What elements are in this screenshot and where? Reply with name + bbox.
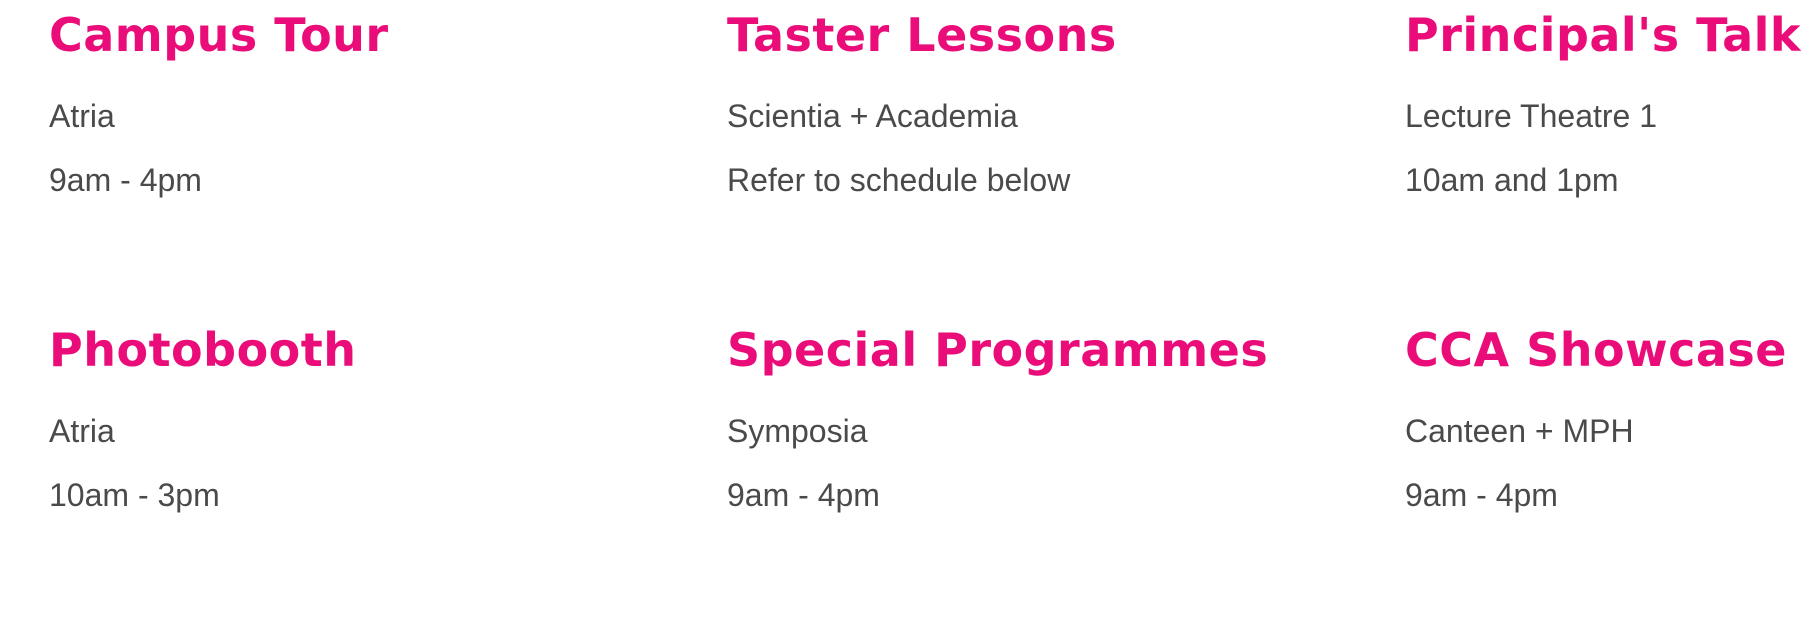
event-card-principals-talk: Principal's Talk Lecture Theatre 1 10am … (1405, 12, 1814, 196)
event-time: 10am - 3pm (49, 477, 220, 513)
event-time: 9am - 4pm (727, 477, 880, 513)
event-title: Special Programmes (727, 323, 1269, 377)
event-time: 10am and 1pm (1405, 162, 1619, 198)
event-location: Atria (49, 413, 115, 449)
event-location: Symposia (727, 413, 868, 449)
event-time: 9am - 4pm (1405, 477, 1558, 513)
event-title: Taster Lessons (727, 8, 1117, 62)
event-location: Atria (49, 98, 115, 134)
event-card-photobooth: Photobooth Atria 10am - 3pm (49, 327, 689, 511)
events-grid: Campus Tour Atria 9am - 4pm Taster Lesso… (0, 0, 1814, 638)
event-title: CCA Showcase (1405, 323, 1787, 377)
event-location: Lecture Theatre 1 (1405, 98, 1658, 134)
event-card-campus-tour: Campus Tour Atria 9am - 4pm (49, 12, 689, 196)
event-location: Canteen + MPH (1405, 413, 1634, 449)
event-title: Photobooth (49, 323, 357, 377)
event-card-special-programmes: Special Programmes Symposia 9am - 4pm (727, 327, 1367, 511)
event-time: 9am - 4pm (49, 162, 202, 198)
event-time: Refer to schedule below (727, 162, 1071, 198)
event-location: Scientia + Academia (727, 98, 1018, 134)
event-title: Campus Tour (49, 8, 389, 62)
event-card-cca-showcase: CCA Showcase Canteen + MPH 9am - 4pm (1405, 327, 1814, 511)
event-card-taster-lessons: Taster Lessons Scientia + Academia Refer… (727, 12, 1367, 196)
event-title: Principal's Talk (1405, 8, 1802, 62)
